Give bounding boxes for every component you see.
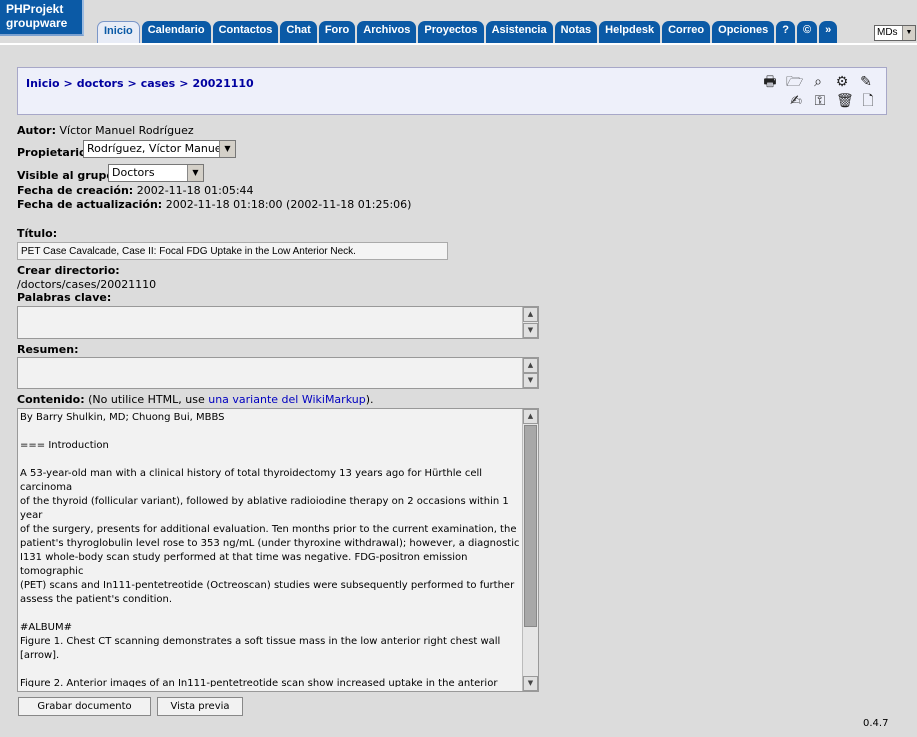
- breadcrumb-item-20021110[interactable]: 20021110: [192, 77, 253, 90]
- group-select-value: Doctors: [112, 166, 155, 179]
- summary-label: Resumen:: [17, 343, 79, 356]
- scroll-down-icon[interactable]: ▼: [523, 323, 538, 338]
- print-icon[interactable]: 🖶: [762, 74, 778, 90]
- breadcrumb-panel: Inicio > doctors > cases >20021110 🖶 🗁 ⌕ ⚙ ✎ …: [17, 67, 887, 115]
- preview-button[interactable]: Vista previa: [157, 697, 243, 716]
- module-select[interactable]: MDs ▼: [874, 25, 916, 41]
- lock-icon[interactable]: ⚿: [812, 93, 828, 109]
- toolbar-icons-top: 🖶 🗁 ⌕ ⚙ ✎: [762, 74, 874, 90]
- chevron-down-icon: ▼: [902, 26, 915, 40]
- open-folder-icon[interactable]: 🗁: [786, 74, 803, 90]
- scroll-thumb[interactable]: [524, 425, 537, 627]
- logo-line2: groupware: [6, 16, 68, 30]
- keywords-textarea[interactable]: ▲ ▼: [17, 306, 539, 339]
- owner-select-value: Rodríguez, Víctor Manuel: [87, 142, 225, 155]
- scroll-up-icon[interactable]: ▲: [523, 409, 538, 424]
- created-value: 2002-11-18 01:05:44: [136, 184, 254, 197]
- created-row: Fecha de creación: 2002-11-18 01:05:44: [17, 184, 254, 197]
- search-icon[interactable]: ⌕: [810, 74, 826, 90]
- tab-copyright[interactable]: ©: [797, 21, 818, 43]
- created-label: Fecha de creación:: [17, 184, 134, 197]
- chevron-down-icon: ▼: [187, 165, 203, 181]
- logo-line1: PHProjekt: [6, 2, 64, 16]
- directory-value: /doctors/cases/20021110: [17, 278, 157, 291]
- tab-more[interactable]: »: [819, 21, 838, 43]
- breadcrumb-item-cases[interactable]: cases: [141, 77, 176, 90]
- content-text: By Barry Shulkin, MD; Chuong Bui, MBBS =…: [20, 412, 520, 687]
- tab-asistencia[interactable]: Asistencia: [485, 21, 553, 43]
- tab-helpdesk[interactable]: Helpdesk: [599, 21, 661, 43]
- scroll-down-icon[interactable]: ▼: [523, 373, 538, 388]
- tab-inicio[interactable]: Inicio: [97, 21, 140, 43]
- chevron-down-icon: ▼: [219, 141, 235, 157]
- owner-label: Propietario:: [17, 146, 91, 159]
- breadcrumb-separator: >: [127, 77, 137, 90]
- tab-opciones[interactable]: Opciones: [712, 21, 775, 43]
- content-scrollbar[interactable]: ▲ ▼: [522, 409, 538, 691]
- tab-contactos[interactable]: Contactos: [212, 21, 279, 43]
- scroll-up-icon[interactable]: ▲: [523, 307, 538, 322]
- updated-row: Fecha de actualización: 2002-11-18 01:18…: [17, 198, 411, 211]
- save-document-button[interactable]: Grabar documento: [18, 697, 151, 716]
- scroll-up-icon[interactable]: ▲: [523, 358, 538, 373]
- edit-icon[interactable]: ✍: [788, 93, 804, 109]
- tab-help[interactable]: ?: [776, 21, 795, 43]
- breadcrumb-separator: >: [179, 77, 189, 90]
- author-value: Víctor Manuel Rodríguez: [59, 124, 194, 137]
- toolbar-icons-bottom: ✍ ⚿ 🗑 🗋: [788, 93, 876, 109]
- title-input[interactable]: [17, 242, 448, 260]
- updated-label: Fecha de actualización:: [17, 198, 163, 211]
- tab-notas[interactable]: Notas: [554, 21, 598, 43]
- comment-icon[interactable]: ✎: [858, 74, 874, 90]
- author-row: Autor: Víctor Manuel Rodríguez: [17, 124, 194, 137]
- content-label-row: Contenido: (No utilice HTML, use una var…: [17, 393, 373, 406]
- group-select[interactable]: Doctors ▼: [108, 164, 204, 182]
- tab-divider: [0, 43, 917, 45]
- main-tabs: Inicio Calendario Contactos Chat Foro Ar…: [97, 21, 838, 43]
- tab-chat[interactable]: Chat: [280, 21, 317, 43]
- wikimarkup-link[interactable]: una variante del WikiMarkup: [208, 393, 365, 406]
- summary-scrollbar[interactable]: ▲ ▼: [522, 358, 538, 388]
- breadcrumb: Inicio > doctors > cases >20021110: [26, 77, 254, 90]
- tab-archivos[interactable]: Archivos: [357, 21, 417, 43]
- breadcrumb-item-inicio[interactable]: Inicio: [26, 77, 60, 90]
- content-label: Contenido:: [17, 393, 85, 406]
- title-label: Título:: [17, 227, 58, 240]
- author-label: Autor:: [17, 124, 56, 137]
- group-label: Visible al grupo:: [17, 169, 119, 182]
- tab-correo[interactable]: Correo: [662, 21, 711, 43]
- new-document-icon[interactable]: 🗋: [860, 93, 876, 109]
- trash-icon[interactable]: 🗑: [836, 93, 854, 109]
- breadcrumb-item-doctors[interactable]: doctors: [77, 77, 124, 90]
- tab-calendario[interactable]: Calendario: [141, 21, 211, 43]
- module-select-value: MDs: [877, 27, 898, 38]
- summary-textarea[interactable]: ▲ ▼: [17, 357, 539, 389]
- version-label: 0.4.7: [863, 718, 889, 729]
- tab-foro[interactable]: Foro: [318, 21, 356, 43]
- keywords-scrollbar[interactable]: ▲ ▼: [522, 307, 538, 338]
- app-logo[interactable]: PHProjekt groupware: [0, 0, 84, 36]
- tab-proyectos[interactable]: Proyectos: [418, 21, 484, 43]
- content-note-end: ).: [365, 393, 374, 406]
- owner-select[interactable]: Rodríguez, Víctor Manuel ▼: [83, 140, 236, 158]
- keywords-label: Palabras clave:: [17, 291, 112, 304]
- directory-label: Crear directorio:: [17, 264, 120, 277]
- content-textarea[interactable]: By Barry Shulkin, MD; Chuong Bui, MBBS =…: [17, 408, 539, 692]
- breadcrumb-separator: >: [63, 77, 73, 90]
- gear-icon[interactable]: ⚙: [834, 74, 850, 90]
- updated-value: 2002-11-18 01:18:00 (2002-11-18 01:25:06…: [165, 198, 412, 211]
- scroll-down-icon[interactable]: ▼: [523, 676, 538, 691]
- content-note: (No utilice HTML, use: [88, 393, 209, 406]
